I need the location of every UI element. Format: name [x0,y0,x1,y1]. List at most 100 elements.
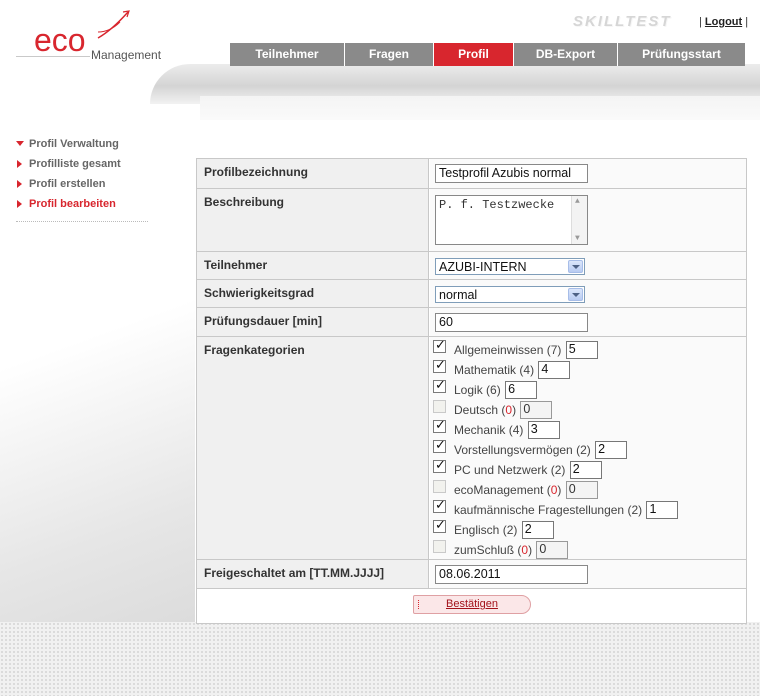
separator-right: | [745,16,749,28]
category-label: ecoManagement (0) 0 [454,481,598,499]
form-row-freigeschaltet: Freigeschaltet am [TT.MM.JJJJ] 08.06.201… [197,560,746,589]
tab-db-export[interactable]: DB-Export [514,43,618,66]
category-checkbox[interactable] [433,480,446,493]
category-checkbox[interactable]: ✓ [433,357,446,373]
form-row-beschreibung: Beschreibung P. f. Testzwecke ▲ ▼ [197,189,746,252]
category-label: kaufmännische Fragestellungen (2) 1 [454,501,679,519]
separator-left: | [699,16,702,28]
duration-input[interactable]: 60 [435,313,588,332]
category-quantity-input[interactable]: 0 [536,541,569,559]
category-checkbox[interactable]: ✓ [433,377,446,393]
category-list: ✓ Allgemeinwissen (7) 5 ✓ Mathematik (4) 4 ✓… [430,337,730,559]
menu-divider [16,221,148,222]
category-checkbox[interactable]: ✓ [433,417,446,433]
category-quantity-input[interactable]: 2 [595,441,628,459]
field-value-cell: ✓ Allgemeinwissen (7) 5 ✓ Mathematik (4) 4 ✓… [430,337,746,559]
logo-brand-text: eco [34,22,86,58]
logout-link[interactable]: Logout [705,16,742,28]
sidebar-item-profil-bearbeiten[interactable]: Profil bearbeiten [16,197,148,217]
sidebar-item-profil-verwaltung[interactable]: Profil Verwaltung [16,137,148,157]
category-label: Mathematik (4) 4 [454,361,571,379]
checkmark-icon: ✓ [435,517,446,532]
category-name: Mechanik [454,423,506,437]
sidebar-item-label: Profil Verwaltung [29,138,119,150]
category-label: Allgemeinwissen (7) 5 [454,341,598,359]
checkmark-icon: ✓ [435,337,446,352]
category-quantity-input[interactable]: 4 [538,361,571,379]
category-label: Logik (6) 6 [454,381,538,399]
category-checkbox[interactable] [433,540,446,553]
difficulty-select[interactable]: normal [435,286,585,303]
chevron-right-icon [17,160,22,168]
category-label: Vorstellungsvermögen (2) 2 [454,441,628,459]
participants-select[interactable]: AZUBI-INTERN [435,258,585,275]
category-count: 0 [505,403,513,417]
category-count: 6 [490,383,497,397]
category-name: PC und Netzwerk [454,463,548,477]
tab-teilnehmer[interactable]: Teilnehmer [230,43,345,66]
form-row-submit: Bestätigen [197,589,746,623]
category-quantity-input[interactable]: 1 [646,501,679,519]
tab-pruefungsstart[interactable]: Prüfungsstart [618,43,745,66]
scroll-down-icon[interactable]: ▼ [575,235,584,243]
field-value-cell: 60 [430,308,746,336]
description-textarea[interactable]: P. f. Testzwecke ▲ ▼ [435,195,588,245]
category-quantity-input[interactable]: 3 [527,421,560,439]
confirm-button[interactable]: Bestätigen [413,595,531,614]
form-row-schwierigkeitsgrad: Schwierigkeitsgrad normal [197,280,746,308]
category-count: 4 [512,423,520,437]
chevron-right-icon [17,180,22,188]
category-checkbox[interactable]: ✓ [433,457,446,473]
textarea-scrollbar[interactable]: ▲ ▼ [571,196,587,244]
field-value-cell: normal [430,280,746,307]
category-quantity-input[interactable]: 0 [520,401,553,419]
field-value-cell: P. f. Testzwecke ▲ ▼ [430,189,746,251]
sidebar-item-label: Profil bearbeiten [29,198,116,210]
category-name: Mathematik [454,363,517,377]
category-count: 4 [523,363,531,377]
sidebar-item-profil-erstellen[interactable]: Profil erstellen [16,177,148,197]
category-checkbox[interactable]: ✓ [433,517,446,533]
logo-underline [16,56,90,57]
category-checkbox[interactable] [433,400,446,413]
category-quantity-input[interactable]: 0 [565,481,598,499]
sidebar-item-label: Profil erstellen [29,178,106,190]
sidebar-item-profilliste-gesamt[interactable]: Profilliste gesamt [16,157,148,177]
category-quantity-input[interactable]: 2 [521,521,554,539]
category-quantity-input[interactable]: 5 [565,341,598,359]
category-checkbox[interactable]: ✓ [433,497,446,513]
sidebar-menu: Profil Verwaltung Profilliste gesamt Pro… [16,137,148,222]
checkmark-icon: ✓ [435,437,446,452]
tab-fragen[interactable]: Fragen [345,43,434,66]
profile-name-input[interactable]: Testprofil Azubis normal [435,164,588,183]
chevron-down-icon [16,141,24,146]
category-quantity-input[interactable]: 2 [569,461,602,479]
category-quantity-input[interactable]: 6 [505,381,538,399]
chevron-right-icon [17,200,22,208]
product-title: SKILLTEST [573,13,672,30]
checkmark-icon: ✓ [435,377,446,392]
category-label: zumSchluß (0) 0 [454,541,569,559]
button-grip-icon [418,600,422,609]
chevron-down-icon[interactable] [568,260,583,273]
category-count: 0 [550,483,558,497]
eco-management-logo[interactable]: eco Management [16,10,166,66]
select-value: AZUBI-INTERN [439,260,527,274]
field-label: Beschreibung [197,189,429,251]
header-decoration-lower [200,96,760,120]
chevron-down-icon[interactable] [568,288,583,301]
sidebar-decoration [0,230,195,622]
select-value: normal [439,288,478,302]
tab-profil[interactable]: Profil [434,43,514,66]
category-name: Englisch [454,523,500,537]
field-value-cell: Testprofil Azubis normal [430,159,746,188]
field-label: Profilbezeichnung [197,159,429,188]
category-checkbox[interactable]: ✓ [433,437,446,453]
scroll-up-icon[interactable]: ▲ [575,198,584,206]
enabled-date-input[interactable]: 08.06.2011 [435,565,588,584]
main-tab-bar: Teilnehmer Fragen Profil DB-Export Prüfu… [230,43,745,66]
category-checkbox[interactable]: ✓ [433,337,446,353]
form-row-profilbezeichnung: Profilbezeichnung Testprofil Azubis norm… [197,159,746,189]
field-label: Freigeschaltet am [TT.MM.JJJJ] [197,560,429,588]
field-label: Fragenkategorien [197,337,429,559]
